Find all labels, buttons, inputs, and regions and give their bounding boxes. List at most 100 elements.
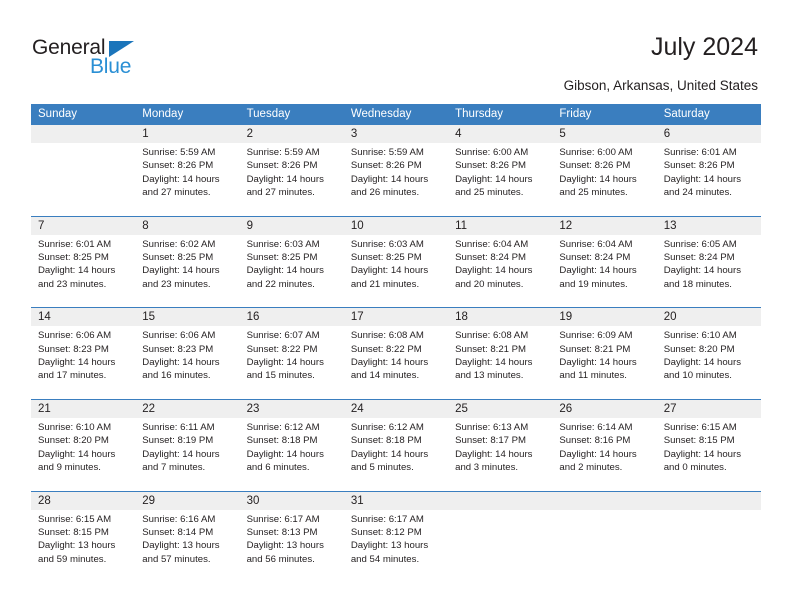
- day-number[interactable]: 1: [135, 125, 240, 143]
- day-detail: Sunrise: 6:16 AM Sunset: 8:14 PM Daylight:…: [135, 509, 240, 583]
- day-detail: Sunrise: 5:59 AM Sunset: 8:26 PM Daylight:…: [239, 143, 344, 217]
- day-number[interactable]: 31: [343, 490, 449, 510]
- day-number[interactable]: 9: [239, 215, 344, 235]
- sunrise-text: Sunrise: 6:01 AM: [663, 147, 737, 158]
- day-number[interactable]: 15: [135, 307, 240, 327]
- sunrise-text: Sunrise: 6:10 AM: [663, 330, 737, 342]
- day-number[interactable]: 28: [31, 490, 136, 510]
- day-detail-empty: [31, 143, 136, 217]
- day-detail: Sunrise: 6:01 AM Sunset: 8:25 PM Daylight:…: [31, 234, 136, 308]
- sunrise-text: Sunrise: 6:12 AM: [246, 421, 320, 433]
- sunset-text: Sunset: 8:24 PM: [663, 252, 735, 264]
- daylight-text-line2: and 27 minutes.: [246, 187, 315, 199]
- day-detail-empty: [552, 509, 657, 583]
- day-number[interactable]: 17: [343, 307, 449, 327]
- sunrise-text: Sunrise: 6:07 AM: [246, 330, 320, 342]
- day-number[interactable]: 29: [135, 490, 240, 510]
- day-number[interactable]: 22: [135, 398, 240, 418]
- daylight-text-line2: and 5 minutes.: [350, 462, 414, 474]
- day-number[interactable]: 6: [656, 125, 761, 143]
- sunset-text: Sunset: 8:24 PM: [455, 252, 527, 264]
- sunrise-text: Sunrise: 6:00 AM: [559, 147, 633, 158]
- day-number[interactable]: 11: [448, 215, 553, 235]
- sunrise-text: Sunrise: 6:08 AM: [350, 330, 424, 342]
- day-detail-empty: [448, 509, 553, 583]
- daylight-text-line2: and 9 minutes.: [38, 462, 101, 474]
- week-detail-row: Sunrise: 6:01 AM Sunset: 8:25 PM Daylight:…: [31, 234, 761, 308]
- sunrise-text: Sunrise: 6:10 AM: [38, 421, 112, 433]
- weekday-header-sunday: Sunday: [31, 104, 136, 125]
- day-number[interactable]: 26: [552, 398, 657, 418]
- day-detail: Sunrise: 6:14 AM Sunset: 8:16 PM Daylight:…: [552, 417, 657, 491]
- daylight-text-line1: Daylight: 14 hours: [455, 448, 533, 460]
- weekday-header-monday: Monday: [135, 104, 240, 125]
- calendar-page: General Blue July 2024 Gibson, Arkansas,…: [0, 0, 792, 612]
- sunset-text: Sunset: 8:15 PM: [663, 435, 735, 447]
- daylight-text-line2: and 2 minutes.: [559, 462, 623, 474]
- sunset-text: Sunset: 8:22 PM: [246, 343, 318, 355]
- sunrise-text: Sunrise: 6:06 AM: [38, 330, 112, 342]
- day-detail: Sunrise: 6:11 AM Sunset: 8:19 PM Daylight:…: [135, 417, 240, 491]
- sunset-text: Sunset: 8:14 PM: [142, 526, 214, 538]
- sunrise-text: Sunrise: 6:15 AM: [38, 513, 112, 525]
- day-number[interactable]: 30: [239, 490, 344, 510]
- day-number[interactable]: 27: [656, 398, 761, 418]
- day-number[interactable]: 23: [239, 398, 344, 418]
- daylight-text-line1: Daylight: 14 hours: [663, 265, 742, 277]
- daylight-text-line2: and 27 minutes.: [142, 187, 211, 199]
- sunset-text: Sunset: 8:26 PM: [663, 160, 735, 172]
- day-number[interactable]: 3: [343, 125, 449, 143]
- weekday-header-tuesday: Tuesday: [239, 104, 344, 125]
- sunset-text: Sunset: 8:15 PM: [38, 526, 109, 538]
- day-detail: Sunrise: 6:08 AM Sunset: 8:21 PM Daylight:…: [448, 326, 553, 400]
- daylight-text-line2: and 24 minutes.: [663, 187, 732, 199]
- day-number[interactable]: 12: [552, 215, 657, 235]
- day-number[interactable]: 14: [31, 307, 136, 327]
- daylight-text-line1: Daylight: 14 hours: [663, 173, 742, 185]
- day-number[interactable]: 8: [135, 215, 240, 235]
- day-number[interactable]: 25: [448, 398, 553, 418]
- daylight-text-line1: Daylight: 14 hours: [38, 448, 116, 460]
- day-number[interactable]: 2: [239, 125, 344, 143]
- daylight-text-line1: Daylight: 14 hours: [246, 357, 324, 369]
- daylight-text-line2: and 15 minutes.: [246, 370, 315, 382]
- daylight-text-line2: and 56 minutes.: [246, 553, 315, 565]
- sunset-text: Sunset: 8:20 PM: [663, 343, 735, 355]
- day-number[interactable]: 5: [552, 125, 657, 143]
- daylight-text-line1: Daylight: 13 hours: [246, 540, 324, 552]
- day-number[interactable]: 20: [656, 307, 761, 327]
- page-title: July 2024: [650, 33, 758, 61]
- day-number-empty: [448, 490, 553, 510]
- sunset-text: Sunset: 8:25 PM: [38, 252, 109, 264]
- day-number[interactable]: 10: [343, 215, 449, 235]
- logo-text-blue: Blue: [90, 55, 132, 78]
- day-number[interactable]: 16: [239, 307, 344, 327]
- sunset-text: Sunset: 8:26 PM: [350, 160, 422, 172]
- sunset-text: Sunset: 8:25 PM: [246, 252, 318, 264]
- daylight-text-line1: Daylight: 14 hours: [559, 448, 637, 460]
- day-number[interactable]: 19: [552, 307, 657, 327]
- daylight-text-line2: and 11 minutes.: [559, 370, 627, 382]
- sunrise-text: Sunrise: 6:04 AM: [559, 238, 633, 250]
- day-number[interactable]: 7: [31, 215, 136, 235]
- sunset-text: Sunset: 8:26 PM: [246, 160, 318, 172]
- daylight-text-line1: Daylight: 14 hours: [246, 265, 324, 277]
- daylight-text-line2: and 3 minutes.: [455, 462, 519, 474]
- day-detail: Sunrise: 5:59 AM Sunset: 8:26 PM Daylight:…: [135, 143, 240, 217]
- daylight-text-line1: Daylight: 14 hours: [142, 448, 220, 460]
- week-detail-row: Sunrise: 5:59 AM Sunset: 8:26 PM Daylight:…: [31, 143, 761, 217]
- daylight-text-line1: Daylight: 14 hours: [142, 265, 220, 277]
- day-number-empty: [656, 490, 761, 510]
- day-number[interactable]: 4: [448, 125, 553, 143]
- day-detail: Sunrise: 6:04 AM Sunset: 8:24 PM Daylight:…: [448, 234, 553, 308]
- sunrise-text: Sunrise: 6:13 AM: [455, 421, 529, 433]
- day-number[interactable]: 24: [343, 398, 449, 418]
- day-number[interactable]: 18: [448, 307, 553, 327]
- day-number[interactable]: 13: [656, 215, 761, 235]
- daylight-text-line1: Daylight: 14 hours: [350, 357, 429, 369]
- generalblue-logo[interactable]: General Blue: [32, 36, 152, 82]
- daylight-text-line1: Daylight: 14 hours: [350, 448, 429, 460]
- weekday-header-wednesday: Wednesday: [343, 104, 449, 125]
- daylight-text-line1: Daylight: 13 hours: [350, 540, 429, 552]
- day-number[interactable]: 21: [31, 398, 136, 418]
